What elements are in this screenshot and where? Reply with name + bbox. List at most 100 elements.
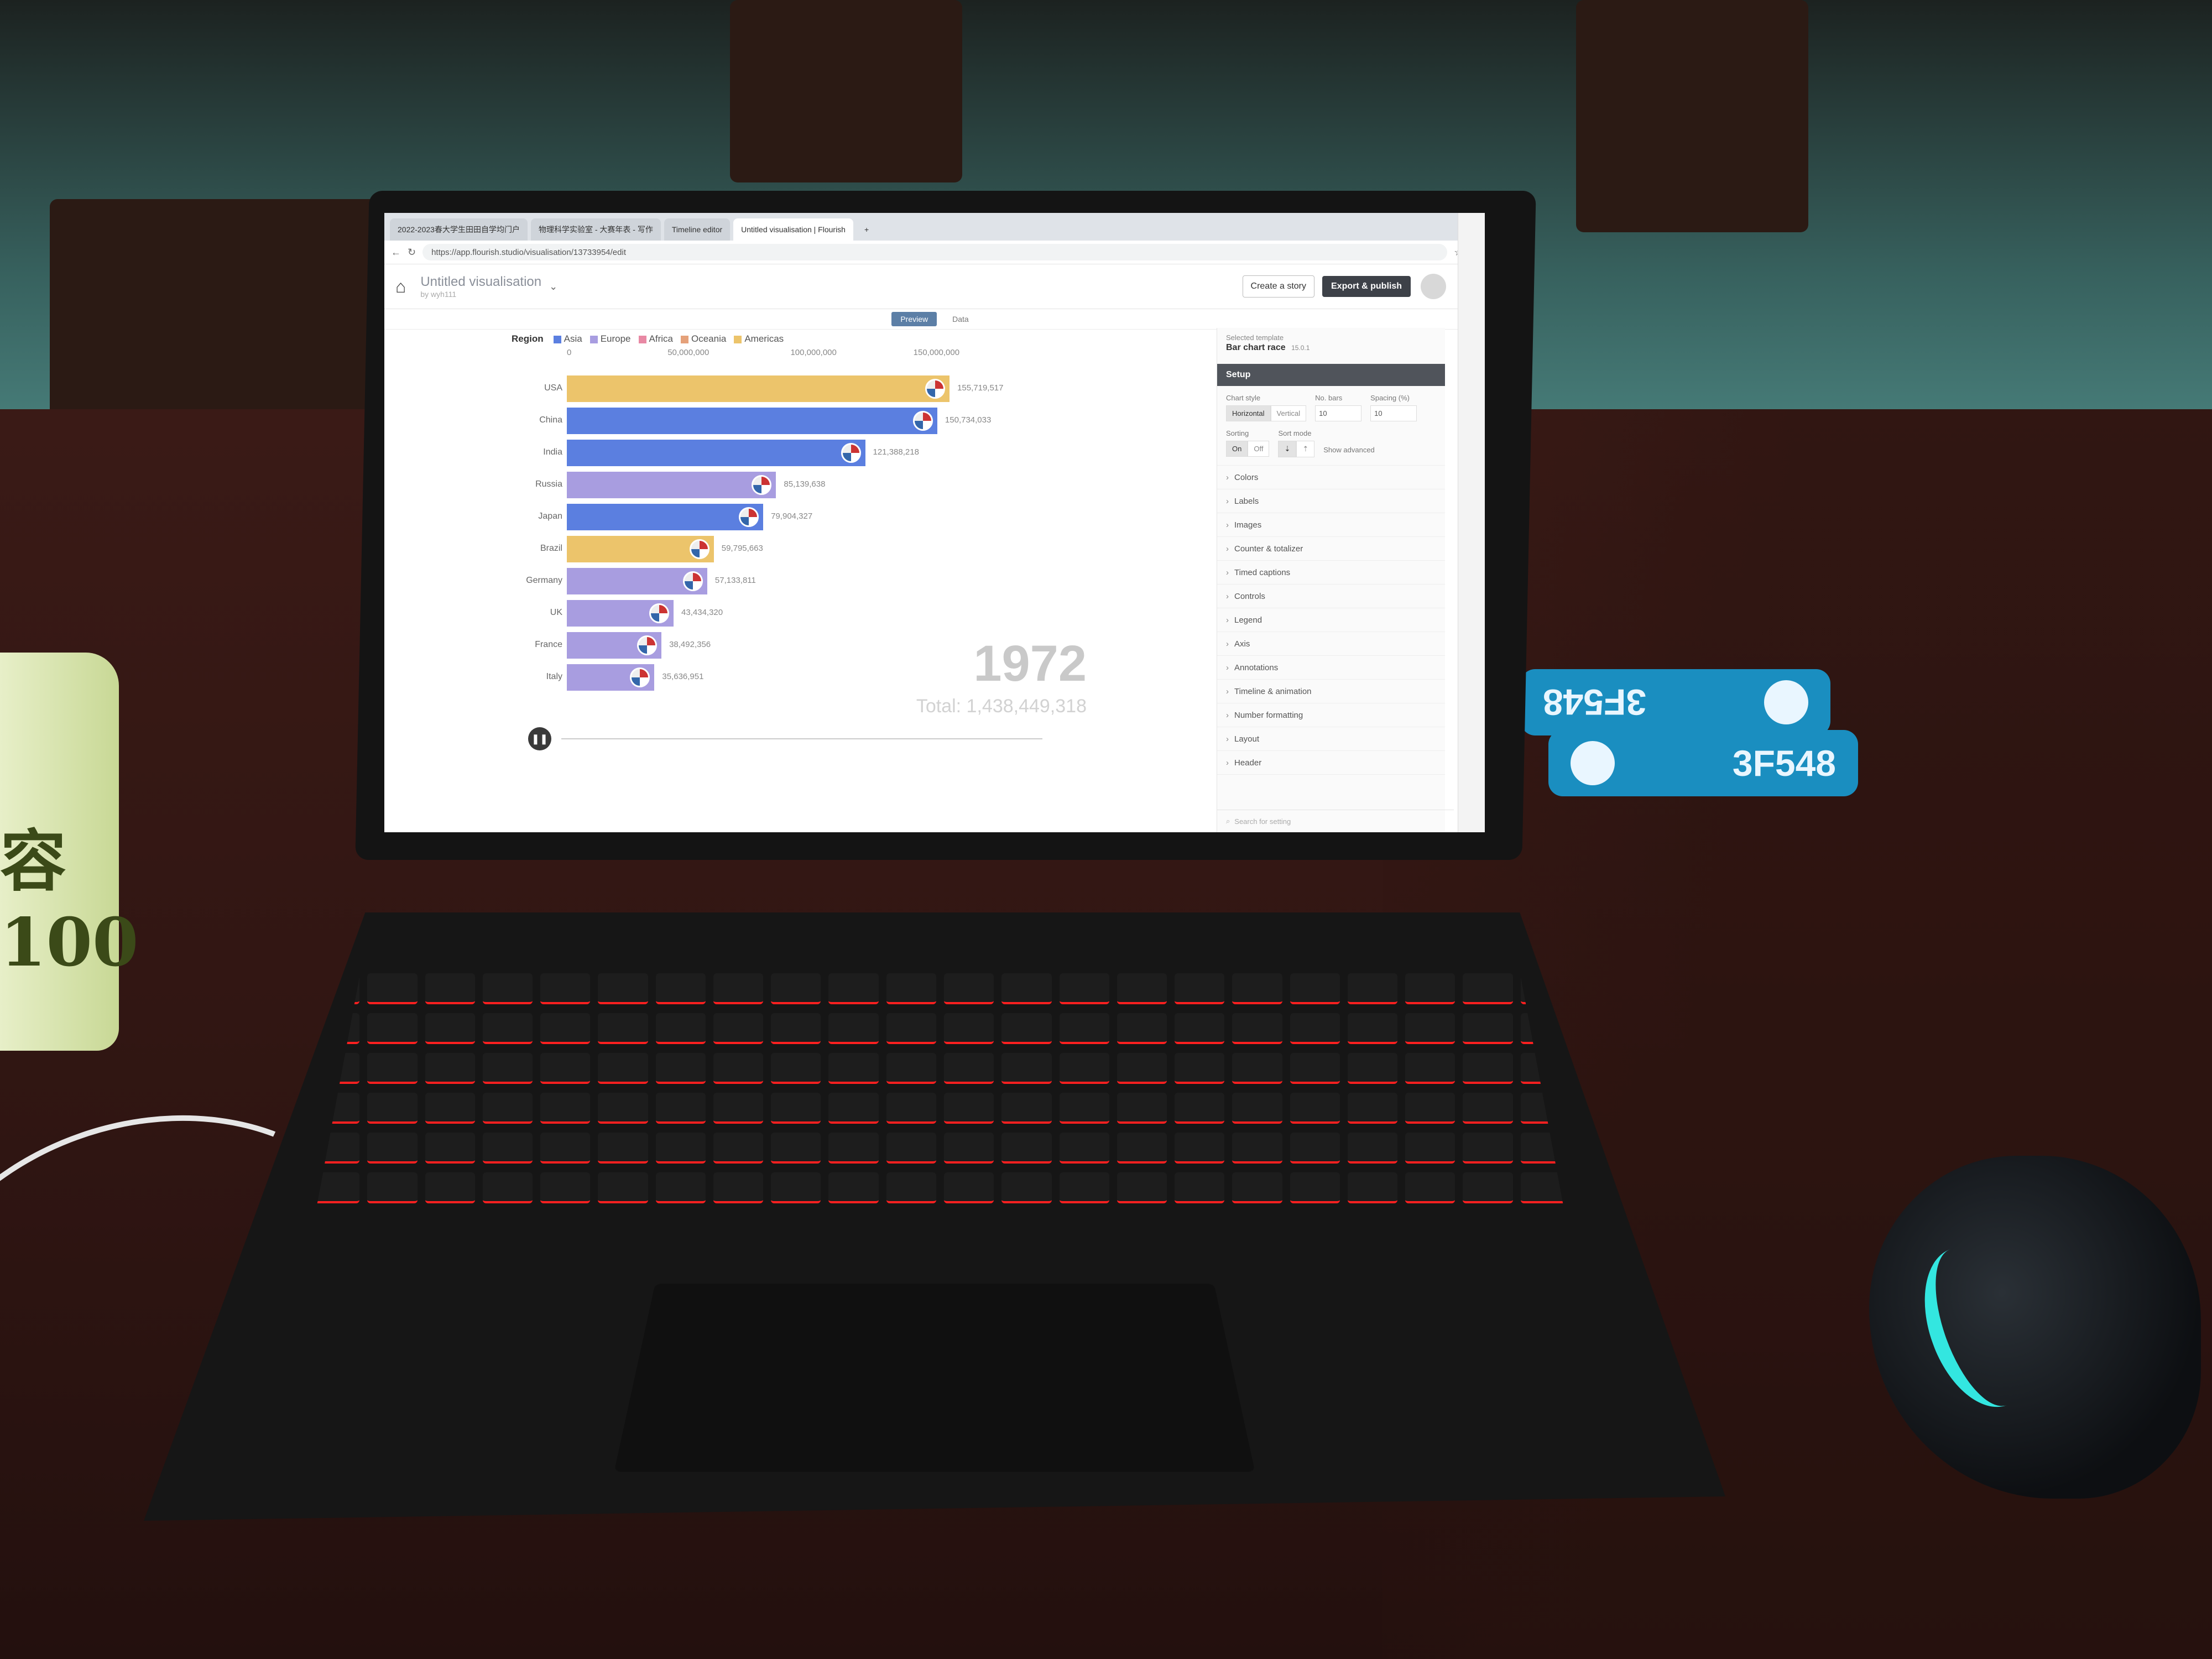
keyboard-key [771, 1053, 821, 1084]
browser-sidebar [1458, 213, 1485, 832]
visualisation-title[interactable]: Untitled visualisation [420, 274, 541, 290]
keyboard-key [1347, 1013, 1398, 1044]
keyboard-key [1059, 1013, 1109, 1044]
keyboard-key [944, 973, 994, 1004]
flag-icon [912, 411, 933, 431]
bar-value: 57,133,811 [714, 576, 756, 585]
settings-section[interactable]: Images [1217, 513, 1445, 537]
keyboard-key [1117, 1093, 1167, 1124]
browser-tab[interactable]: Timeline editor [664, 218, 731, 241]
settings-section[interactable]: Counter & totalizer [1217, 537, 1445, 561]
keyboard-key [1463, 973, 1513, 1004]
export-publish-button[interactable]: Export & publish [1322, 276, 1411, 297]
keyboard-key [367, 1093, 418, 1124]
template-name[interactable]: Bar chart race 15.0.1 [1226, 343, 1445, 353]
setup-section[interactable]: Setup [1217, 364, 1445, 386]
keyboard-key [540, 1172, 591, 1203]
legend-item[interactable]: Africa [638, 333, 673, 345]
browser-tab[interactable]: 2022-2023春大学生田田自学均门户 [390, 218, 528, 241]
tab-data[interactable]: Data [943, 312, 978, 326]
sort-descending-icon[interactable]: ⇣ [1278, 441, 1297, 457]
keyboard-key [1175, 973, 1225, 1004]
legend-item[interactable]: Europe [589, 333, 631, 345]
create-story-button[interactable]: Create a story [1242, 275, 1314, 298]
setup-fields-row-1: Chart style Horizontal Vertical No. bars… [1217, 386, 1445, 421]
keyboard-key [1059, 973, 1109, 1004]
spacing-input[interactable]: 10 [1370, 405, 1417, 421]
x-axis: 0 50,000,000 100,000,000 150,000,000 [567, 348, 1065, 364]
legend-item[interactable]: Americas [734, 333, 784, 345]
settings-section[interactable]: Number formatting [1217, 703, 1445, 727]
settings-section[interactable]: Annotations [1217, 656, 1445, 680]
keyboard-key [425, 973, 475, 1004]
keyboard-key [1463, 1053, 1513, 1084]
keyboard-key [655, 1093, 706, 1124]
settings-section[interactable]: Timeline & animation [1217, 680, 1445, 703]
horizontal-option[interactable]: Horizontal [1226, 405, 1271, 421]
search-icon: ⌕ [1226, 817, 1230, 825]
bar[interactable] [567, 408, 937, 434]
settings-section[interactable]: Legend [1217, 608, 1445, 632]
home-icon[interactable]: ⌂ [395, 276, 406, 297]
keyboard-key [367, 973, 418, 1004]
keyboard-key [828, 1053, 879, 1084]
sort-ascending-icon[interactable]: ⇡ [1296, 441, 1315, 457]
keyboard-key [1059, 1133, 1109, 1164]
url-field[interactable]: https://app.flourish.studio/visualisatio… [422, 244, 1448, 260]
chair [730, 0, 962, 182]
sorting-on-option[interactable]: On [1226, 441, 1248, 457]
chart-style-label: Chart style [1226, 394, 1261, 402]
settings-section[interactable]: Controls [1217, 585, 1445, 608]
reload-icon[interactable]: ↻ [408, 247, 416, 258]
legend-item[interactable]: Asia [553, 333, 582, 345]
template-label: Selected template [1226, 333, 1284, 342]
bar-chart-race: Region Asia Europe Africa Oceania Americas 0… [512, 333, 1098, 770]
chart-row: India 121,388,218 [543, 440, 1065, 466]
x-tick-label: 150,000,000 [913, 348, 960, 357]
bar-label: India [543, 447, 562, 457]
bar[interactable] [567, 375, 950, 402]
legend-item[interactable]: Oceania [680, 333, 726, 345]
keyboard-key [828, 973, 879, 1004]
settings-section[interactable]: Colors [1217, 466, 1445, 489]
bar[interactable] [567, 440, 865, 466]
no-bars-input[interactable]: 10 [1315, 405, 1362, 421]
keyboard-key [1347, 1172, 1398, 1203]
bar-label: Russia [535, 479, 562, 489]
keyboard-key [1001, 1013, 1052, 1044]
keyboard-key [1463, 1133, 1513, 1164]
legend-swatch [680, 335, 688, 343]
vertical-option[interactable]: Vertical [1270, 405, 1307, 421]
chevron-down-icon[interactable]: ⌄ [549, 281, 557, 293]
chart-row: Russia 85,139,638 [535, 472, 1065, 498]
keyboard-key [1175, 1133, 1225, 1164]
sorting-off-option[interactable]: Off [1248, 441, 1270, 457]
settings-section[interactable]: Axis [1217, 632, 1445, 656]
settings-section[interactable]: Labels [1217, 489, 1445, 513]
new-tab-button[interactable]: + [857, 218, 877, 241]
settings-section[interactable]: Timed captions [1217, 561, 1445, 585]
browser-tab[interactable]: 物理科学实验室 - 大赛年表 - 写作 [530, 218, 661, 241]
keyboard-key [886, 1133, 936, 1164]
keyboard-key [828, 1133, 879, 1164]
setting-search[interactable]: ⌕ Search for setting [1217, 810, 1454, 832]
back-icon[interactable]: ← [391, 247, 401, 258]
keyboard-key [1347, 1093, 1398, 1124]
show-advanced-toggle[interactable]: Show advanced [1323, 446, 1375, 457]
x-tick-label: 100,000,000 [790, 348, 837, 357]
bar-value: 35,636,951 [662, 672, 704, 681]
bar-label: USA [544, 383, 562, 393]
timeline-slider[interactable] [561, 738, 1042, 739]
avatar[interactable] [1421, 274, 1446, 299]
flourish-header: ⌂ Untitled visualisation by wyh111 ⌄ Cre… [384, 264, 1485, 309]
keyboard-key [425, 1172, 475, 1203]
browser-tab-active[interactable]: Untitled visualisation | Flourish [733, 218, 853, 241]
settings-section[interactable]: Layout [1217, 727, 1445, 751]
browser-tab-bar: 2022-2023春大学生田田自学均门户 物理科学实验室 - 大赛年表 - 写作… [384, 213, 1485, 241]
pause-button[interactable]: ❚❚ [528, 727, 551, 750]
settings-section[interactable]: Header [1217, 751, 1445, 775]
tab-preview[interactable]: Preview [891, 312, 937, 326]
bar[interactable] [567, 504, 764, 530]
bar[interactable] [567, 472, 776, 498]
address-bar-row: ← ↻ https://app.flourish.studio/visualis… [384, 241, 1485, 264]
